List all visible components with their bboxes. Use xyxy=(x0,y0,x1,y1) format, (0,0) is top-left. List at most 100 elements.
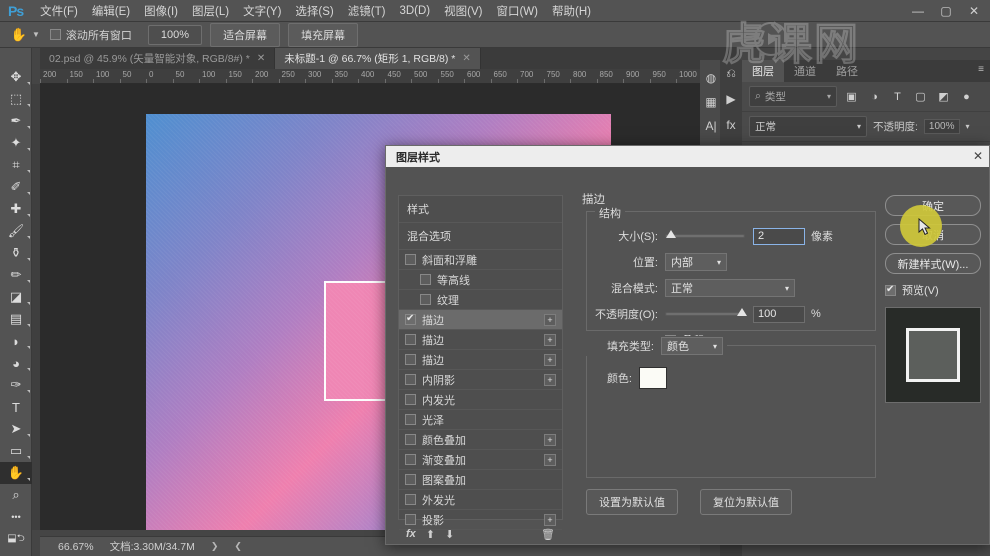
status-collapse-icon[interactable]: ❮ xyxy=(234,541,242,552)
move-down-icon[interactable]: ⬇ xyxy=(445,528,454,541)
effects-list[interactable]: 样式混合选项斜面和浮雕等高线纹理描边+描边+描边+内阴影+内发光光泽颜色叠加+渐… xyxy=(398,195,563,530)
effect-checkbox[interactable] xyxy=(405,434,416,445)
document-tab-02psd[interactable]: 02.psd @ 45.9% (矢量智能对象, RGB/8#) * ✕ xyxy=(40,48,276,69)
effect-row-11[interactable]: 图案叠加 xyxy=(399,470,562,490)
effect-row-2[interactable]: 纹理 xyxy=(399,290,562,310)
path-selection-tool[interactable]: ➤ xyxy=(0,418,32,440)
stroke-color-swatch[interactable] xyxy=(639,367,667,389)
color-panel-icon[interactable]: ◍ xyxy=(700,66,722,90)
filter-type-select[interactable]: ⌕ 类型 ▾ xyxy=(749,86,837,107)
add-effect-icon[interactable]: + xyxy=(544,373,556,386)
chevron-down-icon[interactable]: ▼ xyxy=(32,30,40,39)
scroll-all-windows-option[interactable]: 滚动所有窗口 xyxy=(49,27,132,43)
hand-tool[interactable]: ✋ xyxy=(0,462,32,484)
add-effect-icon[interactable]: + xyxy=(544,453,556,466)
blur-tool[interactable]: ◗ xyxy=(0,330,32,352)
menu-file[interactable]: 文件(F) xyxy=(33,1,85,21)
smartobject-filter-icon[interactable]: ◩ xyxy=(935,88,952,105)
preview-checkbox[interactable] xyxy=(885,284,896,296)
clone-stamp-tool[interactable]: ⚱ xyxy=(0,242,32,264)
menu-type[interactable]: 文字(Y) xyxy=(236,1,288,21)
swatches-panel-icon[interactable]: ▦ xyxy=(700,90,722,114)
eyedropper-tool[interactable]: ✐ xyxy=(0,176,32,198)
panel-menu-icon[interactable]: ≡ xyxy=(978,64,984,75)
shape-filter-icon[interactable]: ▢ xyxy=(912,88,929,105)
crop-tool[interactable]: ⌗ xyxy=(0,154,32,176)
maximize-icon[interactable]: ▢ xyxy=(932,1,960,21)
menu-3d[interactable]: 3D(D) xyxy=(392,3,437,19)
tab-layers[interactable]: 图层 xyxy=(742,60,784,82)
move-up-icon[interactable]: ⬆ xyxy=(426,528,435,541)
effect-row-1[interactable]: 等高线 xyxy=(399,270,562,290)
toggle-filter-icon[interactable]: ● xyxy=(958,88,975,105)
menu-window[interactable]: 窗口(W) xyxy=(489,1,545,21)
size-input[interactable] xyxy=(753,227,805,245)
marquee-tool[interactable]: ⬚ xyxy=(0,88,32,110)
menu-view[interactable]: 视图(V) xyxy=(437,1,489,21)
dodge-tool[interactable]: ◕ xyxy=(0,352,32,374)
fx-icon[interactable]: fx xyxy=(406,528,416,540)
quick-selection-tool[interactable]: ✦ xyxy=(0,132,32,154)
actions-play-icon[interactable]: ▶ xyxy=(720,86,742,112)
move-tool[interactable]: ✥ xyxy=(0,66,32,88)
chevron-down-icon[interactable]: ▾ xyxy=(966,122,970,131)
scroll-all-windows-checkbox[interactable] xyxy=(49,29,61,40)
fx-panel-icon[interactable]: fx xyxy=(720,112,742,138)
status-expand-icon[interactable]: ❯ xyxy=(211,541,219,552)
preview-option[interactable]: 预览(V) xyxy=(885,282,981,298)
set-default-button[interactable]: 设置为默认值 xyxy=(586,489,678,515)
effect-row-4[interactable]: 描边 + xyxy=(399,330,562,350)
zoom-level[interactable]: 66.67% xyxy=(58,541,94,553)
effect-checkbox[interactable] xyxy=(405,334,416,345)
delete-icon[interactable]: 🗑 xyxy=(541,528,555,541)
close-icon[interactable]: ✕ xyxy=(257,53,265,64)
effect-row-3[interactable]: 描边 + xyxy=(399,310,562,330)
styles-header[interactable]: 样式 xyxy=(399,196,562,223)
zoom-100-button[interactable]: 100% xyxy=(147,24,203,45)
effect-checkbox[interactable] xyxy=(405,494,416,505)
opacity-slider-thumb[interactable] xyxy=(737,308,747,316)
effect-row-9[interactable]: 颜色叠加 + xyxy=(399,430,562,450)
effect-row-7[interactable]: 内发光 xyxy=(399,390,562,410)
document-tab-untitled1[interactable]: 未标题-1 @ 66.7% (矩形 1, RGB/8) * ✕ xyxy=(275,48,481,69)
add-effect-icon[interactable]: + xyxy=(544,333,556,346)
menu-select[interactable]: 选择(S) xyxy=(288,1,340,21)
healing-brush-tool[interactable]: ✚ xyxy=(0,198,32,220)
layer-style-dialog[interactable]: 图层样式 ✕ 样式混合选项斜面和浮雕等高线纹理描边 + 描边 + 描边 + 内阴影 + 内发光光… xyxy=(385,145,990,545)
effect-checkbox[interactable] xyxy=(405,354,416,365)
effect-checkbox[interactable] xyxy=(405,414,416,425)
menu-layer[interactable]: 图层(L) xyxy=(185,1,236,21)
minimize-icon[interactable]: — xyxy=(904,1,932,21)
add-effect-icon[interactable]: + xyxy=(544,313,556,326)
character-panel-icon[interactable]: A| xyxy=(700,114,722,138)
tab-paths[interactable]: 路径 xyxy=(826,60,868,82)
lasso-tool[interactable]: ✒ xyxy=(0,110,32,132)
effect-row-12[interactable]: 外发光 xyxy=(399,490,562,510)
menu-image[interactable]: 图像(I) xyxy=(137,1,185,21)
effect-checkbox[interactable] xyxy=(405,313,416,325)
fit-screen-button[interactable]: 适合屏幕 xyxy=(210,22,281,47)
pen-tool[interactable]: ✑ xyxy=(0,374,32,396)
close-icon[interactable]: ✕ xyxy=(462,53,470,64)
menu-filter[interactable]: 滤镜(T) xyxy=(341,1,393,21)
effect-checkbox[interactable] xyxy=(405,254,416,265)
opacity-value[interactable]: 100% xyxy=(923,119,960,134)
more-tools-icon[interactable]: ••• xyxy=(0,506,32,528)
effect-row-8[interactable]: 光泽 xyxy=(399,410,562,430)
new-style-button[interactable]: 新建样式(W)... xyxy=(885,253,981,274)
effect-row-5[interactable]: 描边 + xyxy=(399,350,562,370)
rectangle-tool[interactable]: ▭ xyxy=(0,440,32,462)
eraser-tool[interactable]: ◪ xyxy=(0,286,32,308)
menu-help[interactable]: 帮助(H) xyxy=(545,1,598,21)
gradient-tool[interactable]: ▤ xyxy=(0,308,32,330)
effect-row-0[interactable]: 斜面和浮雕 xyxy=(399,250,562,270)
effect-row-10[interactable]: 渐变叠加 + xyxy=(399,450,562,470)
type-tool[interactable]: T xyxy=(0,396,32,418)
position-select[interactable]: 内部 ▾ xyxy=(665,253,727,271)
history-brush-tool[interactable]: ✏ xyxy=(0,264,32,286)
pixel-filter-icon[interactable]: ▣ xyxy=(843,88,860,105)
swap-colors-icon[interactable]: ⬓⮌ xyxy=(0,528,32,550)
effect-checkbox[interactable] xyxy=(420,274,431,285)
reset-default-button[interactable]: 复位为默认值 xyxy=(700,489,792,515)
size-slider-thumb[interactable] xyxy=(666,230,676,238)
